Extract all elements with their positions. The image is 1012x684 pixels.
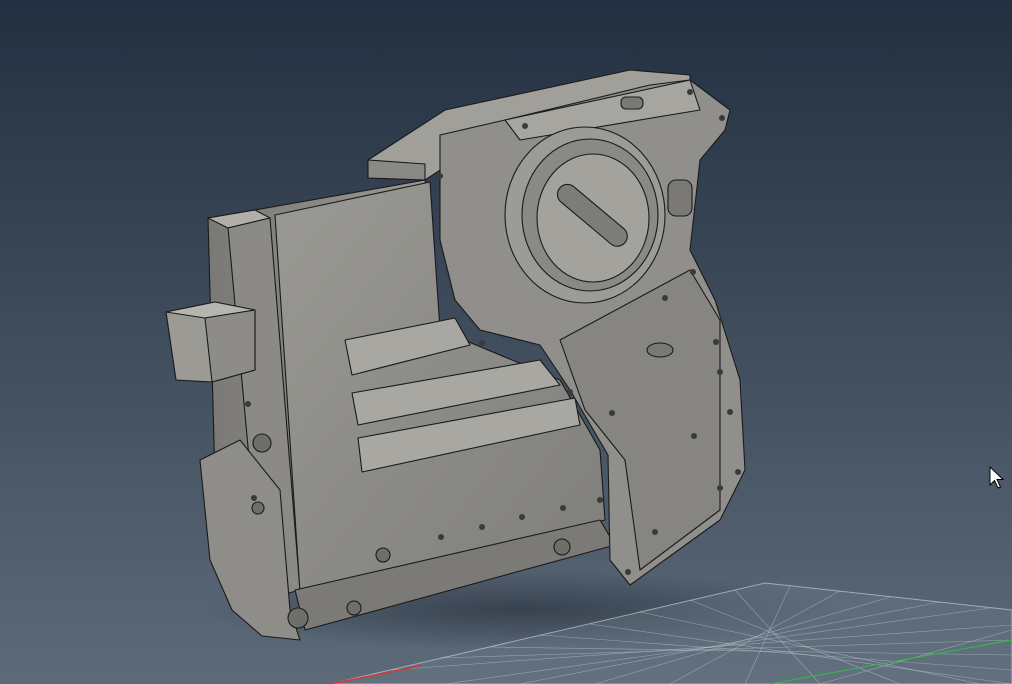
screw-large-5 [346,600,362,616]
screw-large-4 [287,607,309,629]
screw-small-6 [251,501,265,515]
screw-large-2 [375,547,391,563]
screw-large-3 [553,538,571,556]
viewport-canvas[interactable] [0,0,1012,684]
slot-right [667,179,693,217]
slot-mid [646,342,674,358]
screw-large-1 [252,433,272,453]
slot-top [620,96,644,110]
3d-viewport[interactable] [0,0,1012,684]
